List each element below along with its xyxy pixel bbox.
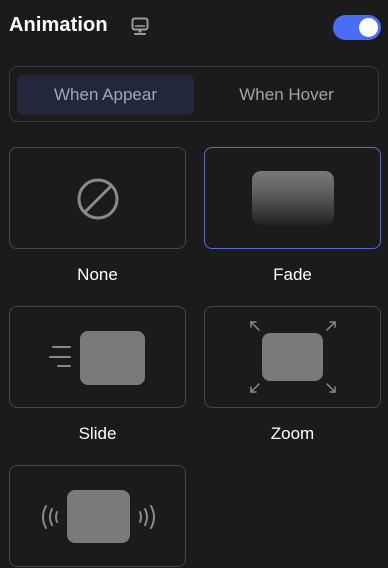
zoom-icon xyxy=(250,321,336,393)
tab-when-appear[interactable]: When Appear xyxy=(17,75,194,115)
shake-icon xyxy=(42,490,155,543)
desktop-icon[interactable] xyxy=(131,17,149,37)
option-zoom[interactable] xyxy=(204,306,381,408)
option-fade[interactable] xyxy=(204,147,381,249)
toggle-knob xyxy=(359,18,378,37)
option-slide[interactable] xyxy=(9,306,186,408)
none-icon xyxy=(77,178,119,220)
animation-toggle[interactable] xyxy=(333,15,381,40)
option-none[interactable] xyxy=(9,147,186,249)
slide-icon xyxy=(49,331,145,385)
fade-icon xyxy=(252,171,334,225)
option-fade-label: Fade xyxy=(273,265,312,284)
trigger-tabs: When Appear When Hover xyxy=(9,66,379,122)
animation-header: Animation xyxy=(0,0,388,56)
section-title: Animation xyxy=(9,14,108,36)
tab-when-hover[interactable]: When Hover xyxy=(198,75,375,115)
option-slide-label: Slide xyxy=(78,424,117,443)
option-zoom-label: Zoom xyxy=(270,424,315,443)
option-shake[interactable] xyxy=(9,465,186,567)
option-none-label: None xyxy=(77,265,118,284)
